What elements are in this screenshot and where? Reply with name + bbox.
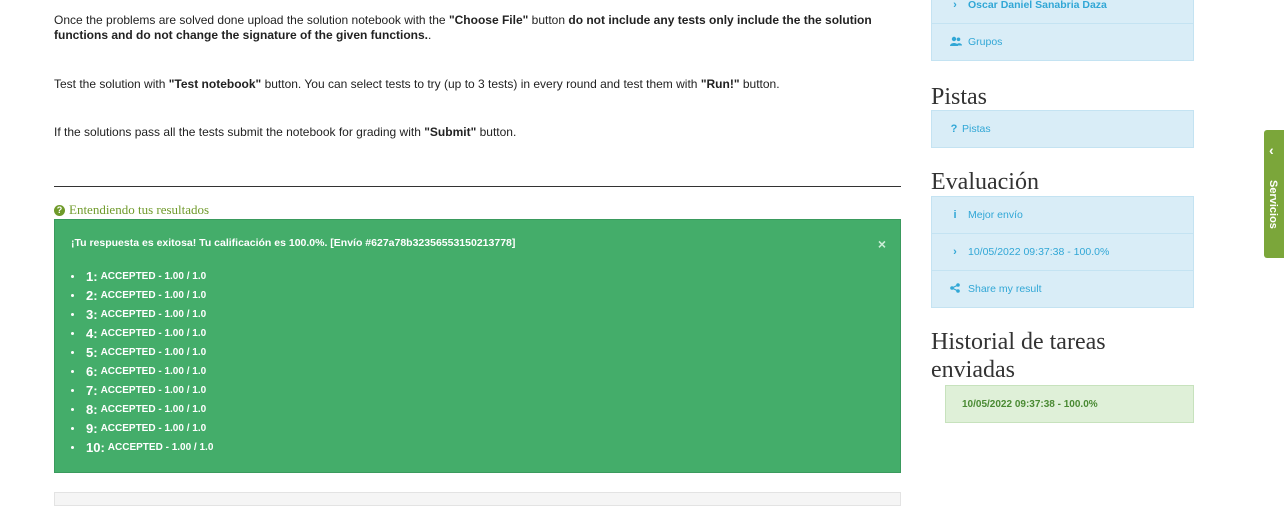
test-status: ACCEPTED - 1.00 / 1.0 [100, 347, 207, 358]
bullet [71, 294, 74, 297]
history-item[interactable]: 10/05/2022 09:37:38 - 100.0% [945, 385, 1194, 423]
test-number: 3: [86, 307, 98, 322]
result-title: ¡Tu respuesta es exitosa! Tu calificació… [71, 237, 516, 249]
instruction-bold: "Submit" [424, 125, 477, 139]
test-status: ACCEPTED - 1.00 / 1.0 [100, 309, 207, 320]
question-icon: ? [950, 123, 958, 135]
chevron-right-icon: › [953, 0, 957, 11]
instruction-text: . [428, 28, 432, 42]
divider [54, 186, 901, 187]
user-name: Oscar Daniel Sanabria Daza [968, 0, 1107, 11]
instruction-text: button. [476, 125, 517, 139]
question-circle-icon: ? [54, 204, 65, 216]
list-item: 4: ACCEPTED - 1.00 / 1.0 [71, 324, 213, 343]
best-submission-link[interactable]: i Mejor envío [931, 196, 1194, 234]
next-panel [54, 492, 901, 506]
test-number: 5: [86, 345, 98, 360]
test-status: ACCEPTED - 1.00 / 1.0 [100, 385, 207, 396]
understand-results-label: Entendiendo tus resultados [69, 202, 210, 217]
info-icon: i [953, 209, 957, 221]
instruction-text: button. [739, 77, 780, 91]
test-number: 10: [86, 440, 105, 455]
understand-results-link[interactable]: ? Entendiendo tus resultados [54, 202, 209, 218]
list-item: 9: ACCEPTED - 1.00 / 1.0 [71, 419, 213, 438]
instruction-text: button [528, 13, 569, 27]
success-alert: ¡Tu respuesta es exitosa! Tu calificació… [54, 219, 901, 473]
submission-item[interactable]: › 10/05/2022 09:37:38 - 100.0% [931, 233, 1194, 271]
bullet [71, 332, 74, 335]
bullet [71, 313, 74, 316]
submission-label: 10/05/2022 09:37:38 - 100.0% [968, 246, 1110, 258]
pistas-label: Pistas [962, 123, 991, 135]
list-item: 5: ACCEPTED - 1.00 / 1.0 [71, 343, 213, 362]
pistas-heading: Pistas [931, 84, 988, 110]
test-number: 8: [86, 402, 98, 417]
instruction-text: Test the solution with [54, 77, 169, 91]
bullet [71, 351, 74, 354]
list-item: 7: ACCEPTED - 1.00 / 1.0 [71, 381, 213, 400]
sidebar-groups-link[interactable]: Grupos [931, 23, 1194, 61]
servicios-tab[interactable]: ‹ Servicios [1264, 130, 1284, 258]
servicios-label: Servicios [1267, 180, 1279, 229]
bullet [71, 370, 74, 373]
evaluation-heading: Evaluación [931, 169, 1039, 195]
history-heading-line2: enviadas [931, 357, 1015, 383]
close-icon[interactable]: × [878, 236, 886, 252]
instruction-bold: "Run!" [700, 77, 740, 91]
test-number: 1: [86, 269, 98, 284]
list-item: 10: ACCEPTED - 1.00 / 1.0 [71, 438, 213, 457]
test-number: 9: [86, 421, 98, 436]
test-status: ACCEPTED - 1.00 / 1.0 [100, 404, 207, 415]
bullet [71, 275, 74, 278]
test-status: ACCEPTED - 1.00 / 1.0 [100, 290, 207, 301]
sidebar-user-link[interactable]: › Oscar Daniel Sanabria Daza [931, 0, 1194, 24]
test-results-list: 1: ACCEPTED - 1.00 / 1.0 2: ACCEPTED - 1.0… [71, 267, 213, 457]
instruction-text: button. You can select tests to try (up … [261, 77, 701, 91]
test-number: 7: [86, 383, 98, 398]
list-item: 3: ACCEPTED - 1.00 / 1.0 [71, 305, 213, 324]
share-label: Share my result [968, 283, 1042, 295]
pistas-link[interactable]: ? Pistas [931, 110, 1194, 148]
test-status: ACCEPTED - 1.00 / 1.0 [100, 366, 207, 377]
instructions-submit: If the solutions pass all the tests subm… [54, 125, 901, 140]
instruction-bold: "Choose File" [448, 13, 529, 27]
list-item: 8: ACCEPTED - 1.00 / 1.0 [71, 400, 213, 419]
history-item-label: 10/05/2022 09:37:38 - 100.0% [962, 398, 1098, 410]
test-status: ACCEPTED - 1.00 / 1.0 [100, 271, 207, 282]
instructions-test: Test the solution with "Test notebook" b… [54, 77, 901, 92]
share-result-link[interactable]: Share my result [931, 270, 1194, 308]
test-number: 4: [86, 326, 98, 341]
list-item: 6: ACCEPTED - 1.00 / 1.0 [71, 362, 213, 381]
instructions-upload: Once the problems are solved done upload… [54, 13, 901, 43]
chevron-left-icon: ‹ [1269, 142, 1274, 158]
test-status: ACCEPTED - 1.00 / 1.0 [107, 442, 214, 453]
bullet [71, 427, 74, 430]
test-status: ACCEPTED - 1.00 / 1.0 [100, 328, 207, 339]
instruction-text: Once the problems are solved done upload… [54, 13, 449, 27]
list-item: 2: ACCEPTED - 1.00 / 1.0 [71, 286, 213, 305]
users-icon [950, 36, 962, 49]
bullet [71, 446, 74, 449]
list-item: 1: ACCEPTED - 1.00 / 1.0 [71, 267, 213, 286]
bullet [71, 389, 74, 392]
test-number: 2: [86, 288, 98, 303]
groups-label: Grupos [968, 36, 1003, 48]
instruction-text: If the solutions pass all the tests subm… [54, 125, 425, 139]
share-icon [950, 282, 960, 296]
chevron-right-icon: › [953, 246, 957, 258]
bullet [71, 408, 74, 411]
instruction-bold: "Test notebook" [168, 77, 262, 91]
test-number: 6: [86, 364, 98, 379]
test-status: ACCEPTED - 1.00 / 1.0 [100, 423, 207, 434]
best-submission-label: Mejor envío [968, 209, 1023, 221]
history-heading: Historial de tareas [931, 329, 1106, 355]
